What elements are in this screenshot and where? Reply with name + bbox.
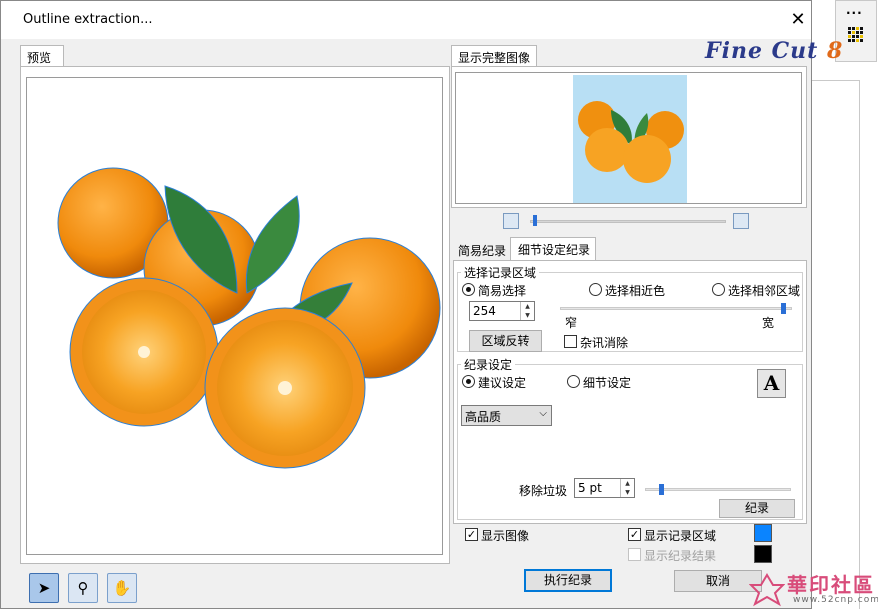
show-record-area-checkbox[interactable]: ✓ — [628, 528, 641, 541]
watermark-url: www.52cnp.com — [793, 595, 878, 605]
window-title: Outline extraction... — [23, 12, 153, 27]
tab-show-full-image[interactable]: 显示完整图像 — [451, 45, 537, 67]
oranges-thumbnail — [578, 101, 684, 183]
zoom-out-icon[interactable] — [503, 213, 519, 229]
threshold-value: 254 — [473, 304, 496, 318]
full-image-canvas[interactable] — [455, 72, 802, 204]
title-bar: Outline extraction... ✕ — [1, 1, 811, 39]
watermark-emblem — [749, 573, 785, 607]
radio-simple-select[interactable] — [462, 283, 475, 296]
tab-simple-record[interactable]: 简易纪录 — [453, 240, 511, 260]
show-record-area-label: 显示记录区域 — [644, 529, 717, 543]
hand-tool-icon[interactable]: ✋ — [107, 573, 137, 603]
show-record-result-checkbox[interactable] — [628, 548, 641, 561]
oranges-image — [57, 167, 441, 469]
zoom-slider[interactable] — [530, 220, 726, 223]
remove-garbage-slider[interactable] — [645, 488, 791, 491]
palette-menu-dots[interactable]: ... — [846, 3, 863, 17]
tab-detail-record[interactable]: 细节设定纪录 — [510, 237, 596, 261]
quality-select-value: 高品质 — [465, 410, 502, 424]
record-result-color-swatch[interactable] — [754, 545, 772, 563]
show-image-label: 显示图像 — [481, 529, 530, 543]
grid-palette-icon[interactable] — [848, 27, 864, 43]
radio-adjacent-area[interactable] — [712, 283, 725, 296]
chevron-down-icon: ⌵ — [539, 408, 547, 419]
zoom-tool-icon[interactable]: ⚲ — [68, 573, 98, 603]
radio-simple-select-label: 简易选择 — [478, 284, 527, 298]
watermark-text: 華印社區 — [787, 573, 875, 597]
preview-panel — [20, 66, 450, 564]
full-image-thumbnail — [573, 75, 687, 203]
threshold-stepper[interactable]: 254 ▲ ▼ — [469, 301, 535, 321]
radio-similar-color[interactable] — [589, 283, 602, 296]
radio-similar-color-label: 选择相近色 — [605, 284, 666, 298]
range-wide-label: 宽 — [762, 316, 775, 330]
spin-up-icon: ▲ — [525, 303, 530, 310]
record-settings-legend: 纪录设定 — [461, 356, 516, 373]
remove-garbage-label: 移除垃圾 — [519, 484, 568, 498]
show-record-result-label: 显示纪录结果 — [644, 549, 717, 563]
execute-record-button[interactable]: 执行纪录 — [524, 569, 612, 592]
range-slider[interactable] — [560, 307, 792, 310]
radio-suggest-setting[interactable] — [462, 375, 475, 388]
remove-garbage-arrows[interactable]: ▲ ▼ — [620, 479, 634, 497]
fine-cut-logo: Fine Cut 8 — [705, 38, 844, 64]
watermark: 華印社區 www.52cnp.com — [745, 569, 878, 609]
spin-down-icon: ▼ — [525, 312, 530, 319]
record-area-color-swatch[interactable] — [754, 524, 772, 542]
tab-preview[interactable]: 预览 — [20, 45, 64, 67]
threshold-arrows[interactable]: ▲ ▼ — [520, 302, 534, 320]
radio-detail-setting-label: 细节设定 — [583, 376, 632, 390]
remove-garbage-stepper[interactable]: 5 pt ▲ ▼ — [574, 478, 635, 498]
font-outline-icon[interactable]: A — [757, 369, 786, 398]
radio-adjacent-area-label: 选择相邻区域 — [728, 284, 801, 298]
record-button[interactable]: 纪录 — [719, 499, 795, 518]
leaf-2 — [245, 195, 300, 294]
remove-garbage-value: 5 pt — [578, 481, 602, 495]
noise-remove-label: 杂讯消除 — [580, 336, 629, 350]
zoom-in-icon[interactable] — [733, 213, 749, 229]
preview-canvas[interactable] — [26, 77, 443, 555]
noise-remove-checkbox[interactable] — [564, 335, 577, 348]
spin-down-icon: ▼ — [625, 489, 630, 496]
radio-detail-setting[interactable] — [567, 375, 580, 388]
show-image-checkbox[interactable]: ✓ — [465, 528, 478, 541]
pointer-tool-icon[interactable]: ➤ — [29, 573, 59, 603]
radio-suggest-setting-label: 建议设定 — [478, 376, 527, 390]
select-area-legend: 选择记录区域 — [461, 264, 540, 281]
range-slider-thumb[interactable] — [781, 303, 786, 314]
invert-area-button[interactable]: 区域反转 — [469, 330, 542, 352]
zoom-slider-thumb[interactable] — [533, 215, 537, 226]
full-image-panel — [451, 66, 807, 208]
range-narrow-label: 窄 — [565, 316, 578, 330]
close-icon[interactable]: ✕ — [787, 9, 809, 31]
remove-garbage-slider-thumb[interactable] — [659, 484, 664, 495]
spin-up-icon: ▲ — [625, 480, 630, 487]
background-canvas-edge — [812, 80, 860, 609]
quality-select[interactable]: 高品质 ⌵ — [461, 405, 552, 426]
